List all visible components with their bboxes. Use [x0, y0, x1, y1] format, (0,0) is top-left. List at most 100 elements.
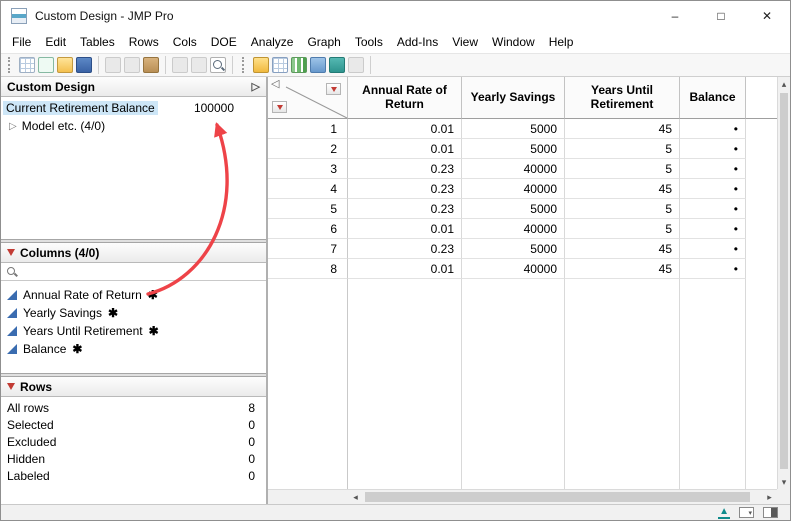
display-box-icon[interactable] — [763, 507, 778, 518]
columns-menu-icon[interactable] — [326, 83, 341, 95]
column-list-item[interactable]: Years Until Retirement ✱ — [1, 322, 266, 340]
table-variable-row[interactable]: Current Retirement Balance 100000 — [1, 99, 266, 117]
minimize-button[interactable]: – — [652, 1, 698, 31]
table-cell[interactable]: 5000 — [462, 119, 565, 139]
rows-panel-header[interactable]: Rows — [1, 377, 266, 397]
table-cell[interactable]: 40000 — [462, 259, 565, 279]
table-cell[interactable]: • — [680, 159, 746, 179]
toolbar-grip[interactable] — [242, 57, 247, 73]
menu-file[interactable]: File — [5, 33, 38, 51]
vertical-scroll-thumb[interactable] — [780, 93, 788, 469]
table-row[interactable]: 3 0.23 40000 5 • — [268, 159, 777, 179]
copy-table-icon[interactable] — [172, 57, 188, 73]
edit-pencil-icon[interactable] — [348, 57, 364, 73]
menu-addins[interactable]: Add-Ins — [390, 33, 445, 51]
table-cell[interactable]: 5000 — [462, 239, 565, 259]
row-number-cell[interactable]: 2 — [268, 139, 348, 159]
table-cell[interactable]: • — [680, 239, 746, 259]
table-cell[interactable]: 45 — [565, 259, 680, 279]
table-row[interactable]: 4 0.23 40000 45 • — [268, 179, 777, 199]
new-journal-icon[interactable] — [38, 57, 54, 73]
menu-tools[interactable]: Tools — [348, 33, 390, 51]
menu-doe[interactable]: DOE — [204, 33, 244, 51]
menu-rows[interactable]: Rows — [122, 33, 166, 51]
scroll-right-icon[interactable]: ▸ — [762, 490, 777, 504]
toolbar-grip[interactable] — [8, 57, 13, 73]
table-cell[interactable]: 5 — [565, 159, 680, 179]
stat-row-labeled[interactable]: Labeled 0 — [1, 467, 266, 484]
table-cell[interactable]: 40000 — [462, 219, 565, 239]
stat-row-selected[interactable]: Selected 0 — [1, 416, 266, 433]
table-cell[interactable]: • — [680, 219, 746, 239]
sort-ascending-icon[interactable] — [291, 57, 307, 73]
variable-value[interactable]: 100000 — [194, 101, 264, 115]
columns-search-input[interactable] — [22, 264, 261, 279]
zoom-icon[interactable] — [210, 57, 226, 73]
column-header[interactable]: Balance — [680, 77, 746, 119]
row-number-cell[interactable]: 4 — [268, 179, 348, 199]
cut-icon[interactable] — [105, 57, 121, 73]
stat-row-excluded[interactable]: Excluded 0 — [1, 433, 266, 450]
table-cell[interactable]: 45 — [565, 239, 680, 259]
menu-analyze[interactable]: Analyze — [244, 33, 301, 51]
table-cell[interactable]: 0.01 — [348, 139, 462, 159]
table-cell[interactable]: 0.23 — [348, 199, 462, 219]
row-number-cell[interactable]: 5 — [268, 199, 348, 219]
scroll-up-icon[interactable]: ▴ — [778, 77, 790, 91]
column-list-item[interactable]: Annual Rate of Return ✱ — [1, 286, 266, 304]
horizontal-scroll-track[interactable] — [363, 490, 762, 504]
new-data-table-icon[interactable] — [19, 57, 35, 73]
column-header[interactable]: Yearly Savings — [462, 77, 565, 119]
table-row[interactable]: 5 0.23 5000 5 • — [268, 199, 777, 219]
table-row[interactable]: 1 0.01 5000 45 • — [268, 119, 777, 139]
stat-row-hidden[interactable]: Hidden 0 — [1, 450, 266, 467]
menu-window[interactable]: Window — [485, 33, 542, 51]
columns-panel-header[interactable]: Columns (4/0) — [1, 243, 266, 263]
column-list-item[interactable]: Balance ✱ — [1, 340, 266, 358]
table-cell[interactable]: 0.23 — [348, 239, 462, 259]
table-cell[interactable]: 45 — [565, 119, 680, 139]
table-cell[interactable]: 5 — [565, 219, 680, 239]
table-row[interactable]: 7 0.23 5000 45 • — [268, 239, 777, 259]
row-number-cell[interactable]: 3 — [268, 159, 348, 179]
columns-menu-icon[interactable] — [7, 249, 15, 256]
column-header[interactable]: Years Until Retirement — [565, 77, 680, 119]
disclosure-icon[interactable]: ▷ — [9, 121, 17, 132]
design-panel-header[interactable]: Custom Design ▷ — [1, 77, 266, 97]
open-icon[interactable] — [57, 57, 73, 73]
menu-view[interactable]: View — [445, 33, 485, 51]
horizontal-scroll-thumb[interactable] — [365, 492, 750, 502]
copy-icon[interactable] — [124, 57, 140, 73]
table-cell[interactable]: 40000 — [462, 159, 565, 179]
menu-graph[interactable]: Graph — [300, 33, 347, 51]
new-columns-icon[interactable] — [272, 57, 288, 73]
table-row[interactable]: 8 0.01 40000 45 • — [268, 259, 777, 279]
table-cell[interactable]: 5 — [565, 139, 680, 159]
data-table-icon[interactable] — [253, 57, 269, 73]
row-number-cell[interactable]: 1 — [268, 119, 348, 139]
panel-layout-icon[interactable]: ▾ — [739, 507, 754, 518]
column-header[interactable]: Annual Rate of Return — [348, 77, 462, 119]
panel-expand-icon[interactable]: ▷ — [252, 80, 260, 93]
table-cell[interactable]: • — [680, 179, 746, 199]
table-cell[interactable]: 0.01 — [348, 259, 462, 279]
table-cell[interactable]: 5 — [565, 199, 680, 219]
table-cell[interactable]: 0.01 — [348, 119, 462, 139]
menu-help[interactable]: Help — [542, 33, 581, 51]
table-cell[interactable]: 45 — [565, 179, 680, 199]
table-row[interactable]: 2 0.01 5000 5 • — [268, 139, 777, 159]
save-icon[interactable] — [76, 57, 92, 73]
column-list-item[interactable]: Yearly Savings ✱ — [1, 304, 266, 322]
vertical-scrollbar[interactable]: ▴ ▾ — [777, 77, 790, 489]
table-cell[interactable]: 0.01 — [348, 219, 462, 239]
table-cell[interactable]: 0.23 — [348, 159, 462, 179]
menu-cols[interactable]: Cols — [166, 33, 204, 51]
table-cell[interactable]: • — [680, 139, 746, 159]
table-cell[interactable]: 40000 — [462, 179, 565, 199]
table-cell[interactable]: • — [680, 259, 746, 279]
vertical-scroll-track[interactable] — [778, 91, 790, 475]
table-cell[interactable]: 5000 — [462, 199, 565, 219]
model-script-row[interactable]: ▷ Model etc. (4/0) — [1, 117, 266, 135]
table-cell[interactable]: • — [680, 119, 746, 139]
row-number-cell[interactable]: 8 — [268, 259, 348, 279]
